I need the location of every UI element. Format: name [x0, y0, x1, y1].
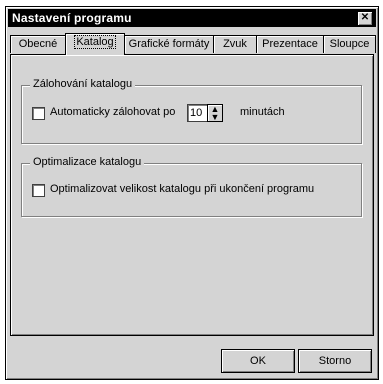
tab-graficke-formaty[interactable]: Grafické formáty [124, 35, 214, 53]
optimize-group: Optimalizace katalogu Optimalizovat veli… [21, 156, 362, 217]
close-button[interactable]: ✕ [357, 11, 373, 26]
backup-group: Zálohování katalogu Automaticky zálohova… [21, 78, 362, 144]
optimize-checkbox[interactable] [32, 184, 45, 197]
tab-obecne[interactable]: Obecné [10, 35, 66, 53]
auto-backup-checkbox[interactable] [32, 107, 45, 120]
window-title: Nastavení programu [12, 11, 132, 25]
tab-prezentace[interactable]: Prezentace [256, 35, 324, 53]
cancel-button[interactable]: Storno [298, 349, 372, 373]
tab-zvuk[interactable]: Zvuk [213, 35, 257, 53]
optimize-label: Optimalizovat velikost katalogu při ukon… [50, 183, 315, 195]
tab-katalog[interactable]: Katalog [65, 33, 125, 55]
settings-dialog: Nastavení programu ✕ Obecné Katalog Graf… [5, 6, 379, 380]
backup-interval-input[interactable]: 10 [187, 104, 208, 122]
tab-sloupce[interactable]: Sloupce [323, 35, 376, 53]
backup-interval-spinner[interactable]: ▲ ▼ [207, 104, 223, 122]
auto-backup-label: Automaticky zálohovat po [50, 106, 176, 118]
optimize-group-title: Optimalizace katalogu [30, 156, 145, 168]
tab-strip: Obecné Katalog Grafické formáty Zvuk Pre… [10, 33, 376, 55]
ok-button[interactable]: OK [221, 349, 295, 373]
title-bar: Nastavení programu ✕ [8, 9, 376, 27]
katalog-panel: Zálohování katalogu Automaticky zálohova… [10, 54, 374, 336]
interval-unit-label: minutách [240, 106, 285, 118]
spin-down-icon[interactable]: ▼ [208, 113, 222, 122]
backup-group-title: Zálohování katalogu [30, 78, 136, 90]
